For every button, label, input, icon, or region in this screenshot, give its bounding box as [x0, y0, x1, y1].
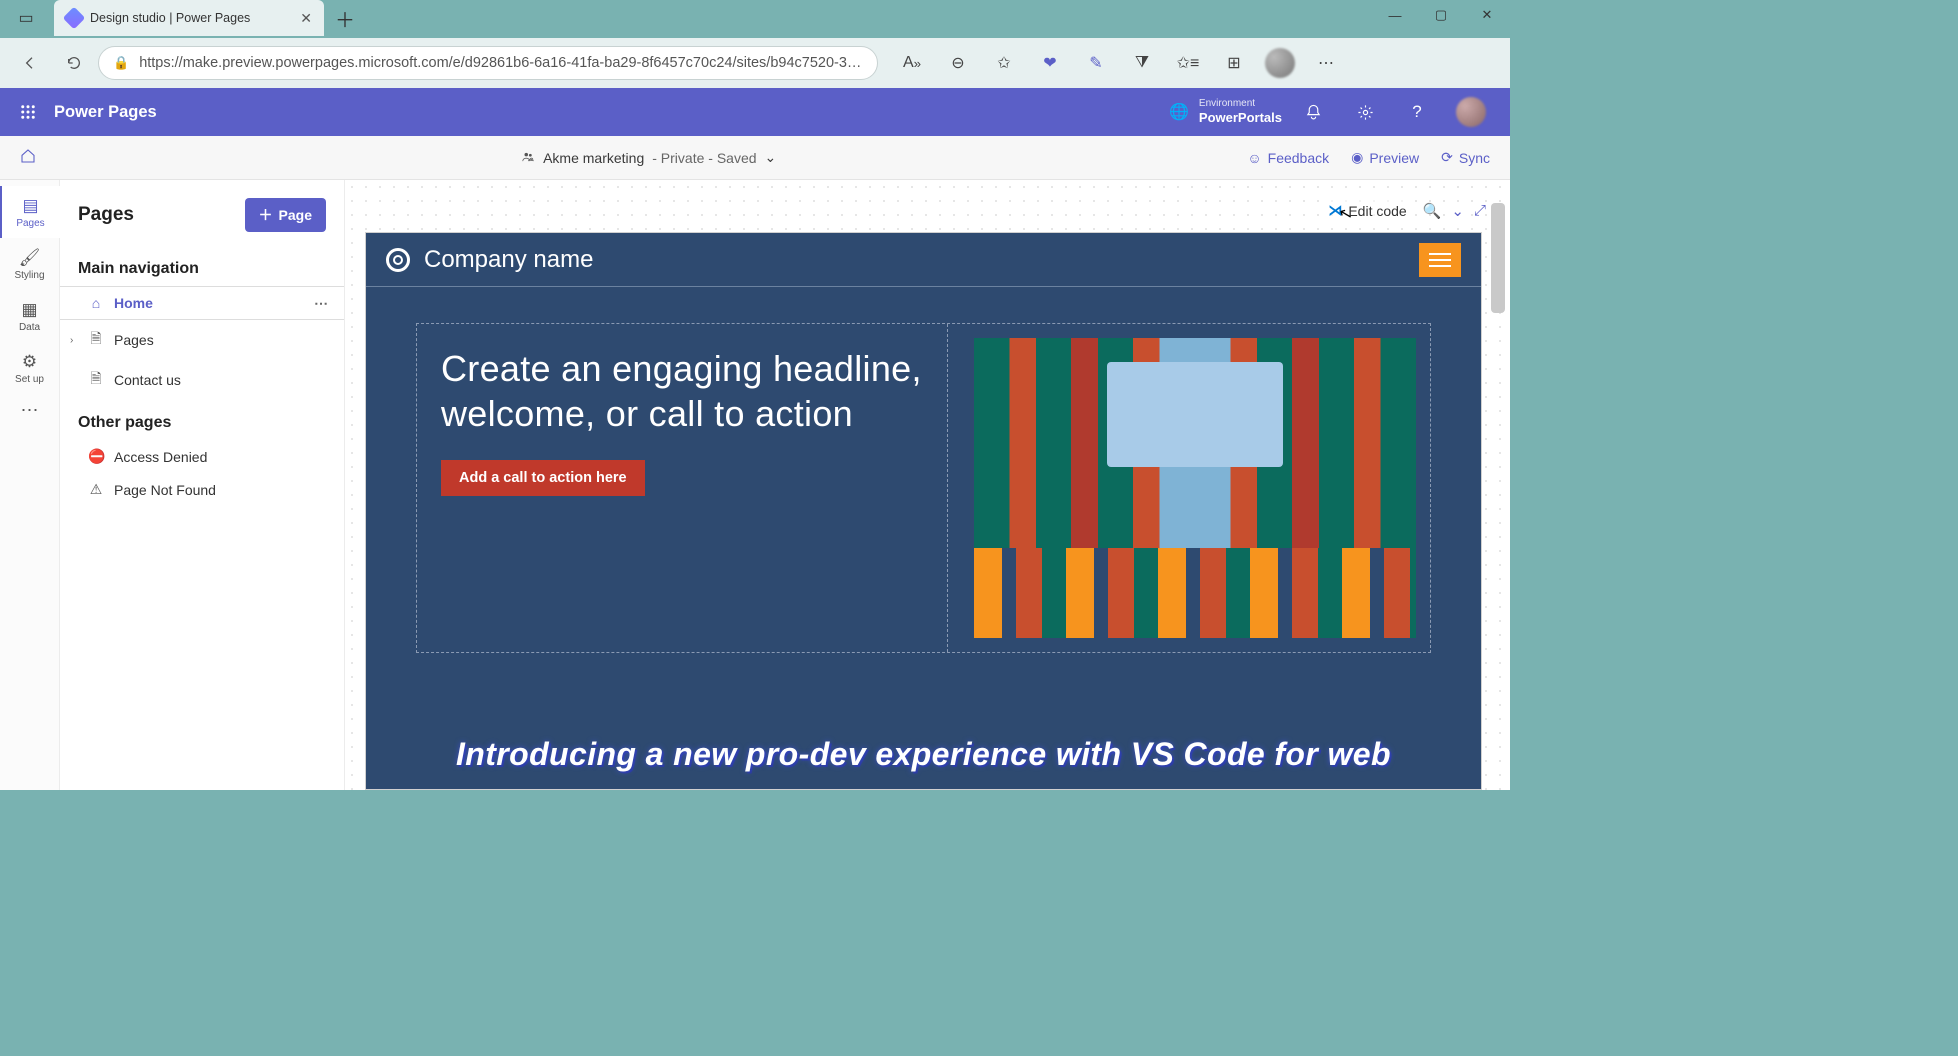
- zoom-out-icon[interactable]: ⊖: [938, 43, 978, 83]
- preview-button[interactable]: ◉ Preview: [1351, 149, 1419, 166]
- item-more-icon[interactable]: ⋯: [314, 295, 328, 312]
- hamburger-menu-button[interactable]: [1419, 243, 1461, 277]
- environment-picker[interactable]: Environment PowerPortals: [1199, 98, 1282, 126]
- browser-tab[interactable]: Design studio | Power Pages ✕: [54, 0, 324, 36]
- pages-icon: ▤: [22, 196, 38, 216]
- new-tab-button[interactable]: ＋: [330, 0, 360, 36]
- design-canvas[interactable]: ⋊ Edit code 🔍 ⌄ ⤢ ↖ Company name Create …: [345, 180, 1510, 790]
- people-icon: [521, 150, 535, 166]
- rail-item-pages[interactable]: ▤ Pages: [0, 186, 60, 238]
- nav-item-home[interactable]: ⌂ Home ⋯: [60, 286, 344, 320]
- help-icon[interactable]: ?: [1396, 88, 1438, 136]
- address-bar[interactable]: 🔒 https://make.preview.powerpages.micros…: [98, 46, 878, 80]
- environment-icon: 🌐: [1169, 102, 1189, 122]
- waffle-menu-icon[interactable]: [8, 88, 48, 136]
- browser-more-button[interactable]: ⋯: [1306, 43, 1346, 83]
- hero-image[interactable]: [974, 338, 1416, 638]
- window-minimize-button[interactable]: —: [1372, 0, 1418, 30]
- site-name: Akme marketing: [543, 150, 644, 166]
- notifications-icon[interactable]: [1292, 88, 1334, 136]
- extensions-icon[interactable]: ⧩: [1122, 43, 1162, 83]
- tab-actions-button[interactable]: ▭: [8, 0, 44, 36]
- tab-title: Design studio | Power Pages: [90, 11, 292, 25]
- expand-icon[interactable]: ⤢: [1474, 202, 1486, 219]
- feedback-button[interactable]: ☺ Feedback: [1247, 149, 1329, 166]
- nav-item-page-not-found[interactable]: ⚠ Page Not Found: [60, 473, 344, 506]
- browser-profile-button[interactable]: [1260, 43, 1300, 83]
- setup-icon: ⚙: [22, 352, 37, 372]
- close-tab-icon[interactable]: ✕: [300, 10, 312, 27]
- page-icon: 🗎: [88, 368, 104, 392]
- site-picker[interactable]: Akme marketing - Private - Saved ⌄: [521, 149, 776, 166]
- preview-icon: ◉: [1351, 149, 1363, 166]
- lock-icon: 🔒: [113, 55, 129, 71]
- vertical-scrollbar[interactable]: [1491, 203, 1505, 313]
- tab-favicon: [63, 7, 86, 30]
- health-icon[interactable]: ❤: [1030, 43, 1070, 83]
- sidebar-title: Pages: [78, 204, 134, 226]
- nav-back-button[interactable]: [10, 43, 50, 83]
- chevron-down-icon: ⌄: [765, 149, 777, 166]
- rail-item-data[interactable]: ▦ Data: [0, 290, 60, 342]
- sync-icon: ⟳: [1441, 149, 1453, 166]
- company-logo-icon: [386, 248, 410, 272]
- preview-navbar: Company name: [366, 233, 1481, 287]
- not-found-icon: ⚠: [88, 481, 104, 498]
- site-preview-frame: Company name Create an engaging headline…: [365, 232, 1482, 790]
- chevron-right-icon[interactable]: ›: [70, 335, 73, 346]
- rail-item-setup[interactable]: ⚙ Set up: [0, 342, 60, 394]
- favorites-bar-icon[interactable]: ✩≡: [1168, 43, 1208, 83]
- app-name: Power Pages: [54, 103, 157, 122]
- read-aloud-icon[interactable]: A»: [892, 43, 932, 83]
- favorite-icon[interactable]: ✩: [984, 43, 1024, 83]
- sync-button[interactable]: ⟳ Sync: [1441, 149, 1490, 166]
- styling-icon: 🖌: [19, 248, 41, 268]
- zoom-in-icon[interactable]: 🔍: [1423, 202, 1442, 220]
- hero-section[interactable]: Create an engaging headline, welcome, or…: [416, 323, 1431, 653]
- section-other-pages: Other pages: [60, 400, 344, 440]
- collections-icon[interactable]: ⊞: [1214, 43, 1254, 83]
- hero-text-cell[interactable]: Create an engaging headline, welcome, or…: [417, 324, 948, 652]
- nav-item-contact-us[interactable]: 🗎 Contact us: [60, 360, 344, 400]
- nav-item-access-denied[interactable]: ⛔ Access Denied: [60, 440, 344, 473]
- home-icon[interactable]: [20, 148, 50, 167]
- access-denied-icon: ⛔: [88, 448, 104, 465]
- plus-icon: ＋: [259, 205, 273, 225]
- home-page-icon: ⌂: [88, 295, 104, 311]
- site-meta: - Private - Saved: [652, 150, 756, 166]
- nav-refresh-button[interactable]: [54, 43, 94, 83]
- cta-button[interactable]: Add a call to action here: [441, 460, 645, 496]
- nav-item-pages[interactable]: › 🗎 Pages: [60, 320, 344, 360]
- zoom-dropdown-icon[interactable]: ⌄: [1451, 202, 1464, 220]
- feedback-icon: ☺: [1247, 150, 1261, 166]
- add-page-button[interactable]: ＋ Page: [245, 198, 326, 232]
- window-maximize-button[interactable]: ▢: [1418, 0, 1464, 30]
- hero-headline[interactable]: Create an engaging headline, welcome, or…: [441, 346, 923, 436]
- window-close-button[interactable]: ✕: [1464, 0, 1510, 30]
- section-main-nav: Main navigation: [60, 246, 344, 286]
- url-text: https://make.preview.powerpages.microsof…: [139, 55, 863, 71]
- announcement-banner: Introducing a new pro-dev experience wit…: [366, 730, 1481, 779]
- edit-code-button[interactable]: ⋊ Edit code: [1322, 200, 1412, 221]
- page-icon: 🗎: [88, 328, 104, 352]
- hero-image-cell[interactable]: [960, 324, 1430, 652]
- rail-more-button[interactable]: ⋯: [21, 400, 39, 421]
- data-icon: ▦: [21, 300, 37, 320]
- user-avatar[interactable]: [1456, 97, 1486, 127]
- feather-icon[interactable]: ✎: [1076, 43, 1116, 83]
- company-name[interactable]: Company name: [424, 246, 593, 274]
- rail-item-styling[interactable]: 🖌 Styling: [0, 238, 60, 290]
- settings-icon[interactable]: [1344, 88, 1386, 136]
